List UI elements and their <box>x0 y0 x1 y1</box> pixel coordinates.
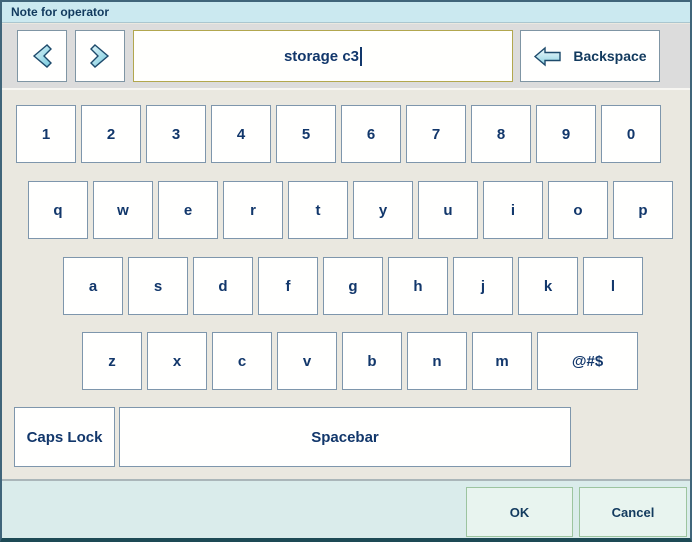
key-5[interactable]: 5 <box>276 105 336 163</box>
key-m[interactable]: m <box>472 332 532 390</box>
key-6[interactable]: 6 <box>341 105 401 163</box>
key-w[interactable]: w <box>93 181 153 239</box>
backspace-label: Backspace <box>573 48 646 64</box>
note-input[interactable]: storage c3 <box>133 30 513 82</box>
key-a[interactable]: a <box>63 257 123 315</box>
key-4[interactable]: 4 <box>211 105 271 163</box>
key-symbols[interactable]: @#$ <box>537 332 638 390</box>
note-for-operator-dialog: Note for operator <box>0 0 692 542</box>
spacebar-key[interactable]: Spacebar <box>119 407 571 467</box>
chevron-right-icon <box>89 43 111 69</box>
key-p[interactable]: p <box>613 181 673 239</box>
key-q[interactable]: q <box>28 181 88 239</box>
key-b[interactable]: b <box>342 332 402 390</box>
key-h[interactable]: h <box>388 257 448 315</box>
key-r[interactable]: r <box>223 181 283 239</box>
key-7[interactable]: 7 <box>406 105 466 163</box>
backspace-button[interactable]: Backspace <box>520 30 660 82</box>
key-row-numbers: 1234567890 <box>16 105 661 163</box>
key-z[interactable]: z <box>82 332 142 390</box>
footer-bar: OK Cancel <box>2 479 690 538</box>
key-row-home: asdfghjkl <box>63 257 643 315</box>
key-l[interactable]: l <box>583 257 643 315</box>
dialog-title: Note for operator <box>11 5 109 19</box>
key-u[interactable]: u <box>418 181 478 239</box>
toolbar: storage c3 Backspace <box>2 24 690 90</box>
key-c[interactable]: c <box>212 332 272 390</box>
chevron-left-icon <box>31 43 53 69</box>
key-f[interactable]: f <box>258 257 318 315</box>
key-8[interactable]: 8 <box>471 105 531 163</box>
key-1[interactable]: 1 <box>16 105 76 163</box>
key-row-bottom: zxcvbnm@#$ <box>82 332 638 390</box>
backspace-arrow-icon <box>533 46 562 67</box>
key-row-qwerty: qwertyuiop <box>28 181 673 239</box>
key-s[interactable]: s <box>128 257 188 315</box>
key-n[interactable]: n <box>407 332 467 390</box>
key-i[interactable]: i <box>483 181 543 239</box>
key-e[interactable]: e <box>158 181 218 239</box>
key-y[interactable]: y <box>353 181 413 239</box>
cursor-right-button[interactable] <box>75 30 125 82</box>
ok-button[interactable]: OK <box>466 487 573 537</box>
cancel-button[interactable]: Cancel <box>579 487 687 537</box>
on-screen-keyboard: 1234567890 qwertyuiop asdfghjkl zxcvbnm@… <box>2 92 690 479</box>
key-v[interactable]: v <box>277 332 337 390</box>
caps-lock-key[interactable]: Caps Lock <box>14 407 115 467</box>
key-o[interactable]: o <box>548 181 608 239</box>
key-d[interactable]: d <box>193 257 253 315</box>
cursor-left-button[interactable] <box>17 30 67 82</box>
key-g[interactable]: g <box>323 257 383 315</box>
key-j[interactable]: j <box>453 257 513 315</box>
key-k[interactable]: k <box>518 257 578 315</box>
key-9[interactable]: 9 <box>536 105 596 163</box>
text-caret <box>360 47 362 66</box>
key-t[interactable]: t <box>288 181 348 239</box>
key-2[interactable]: 2 <box>81 105 141 163</box>
key-3[interactable]: 3 <box>146 105 206 163</box>
key-0[interactable]: 0 <box>601 105 661 163</box>
note-input-value: storage c3 <box>284 48 359 65</box>
title-bar: Note for operator <box>2 2 690 23</box>
key-x[interactable]: x <box>147 332 207 390</box>
